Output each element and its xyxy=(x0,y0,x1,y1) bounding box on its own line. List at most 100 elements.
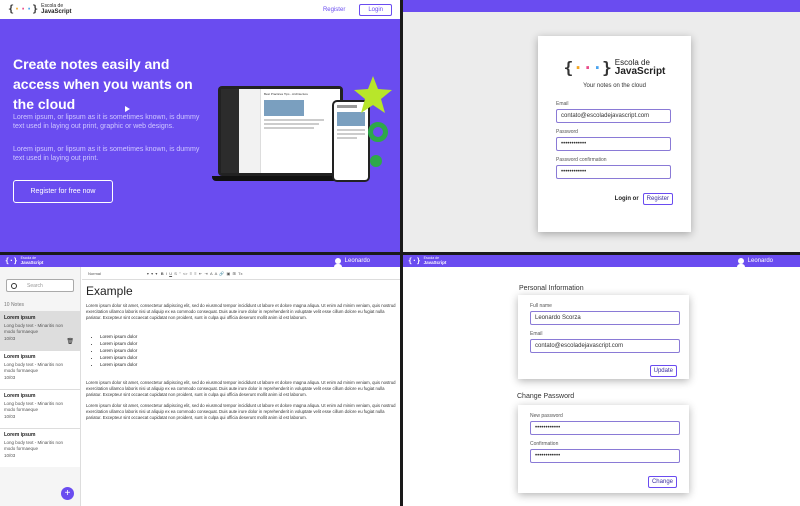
braces-icon: {···} xyxy=(563,58,612,77)
user-name: Leonardo xyxy=(344,258,370,264)
register-card: {···} Escola de JavaScript Your notes on … xyxy=(538,36,691,232)
logo-bottom: JavaScript xyxy=(20,259,44,265)
personal-info-card: Full name Leonardo Scorza Email contato@… xyxy=(518,295,689,379)
note-paragraph-2[interactable]: Lorem ipsum dolor sit amet, consectetur … xyxy=(86,380,396,398)
full-name-field[interactable]: Leonardo Scorza xyxy=(530,311,680,325)
hero-paragraph-1: Lorem ipsum, or lipsum as it is sometime… xyxy=(13,114,200,130)
logo-bottom: JavaScript xyxy=(614,65,666,77)
email-label: Email xyxy=(556,101,569,107)
list-item[interactable]: Lorem ipsum Long body text - Minaritis no… xyxy=(0,350,80,389)
dot-decoration-icon xyxy=(370,155,382,167)
user-icon xyxy=(736,258,745,267)
notes-sidebar: Search 10 Notes Lorem ipsum Long body tex… xyxy=(0,267,81,506)
password-confirmation-label: Password confirmation xyxy=(556,157,607,163)
note-paragraph-1[interactable]: Lorem ipsum dolor sit amet, consectetur … xyxy=(86,303,396,321)
user-name: Leonardo xyxy=(747,258,773,264)
note-item-title: Lorem ipsum xyxy=(4,354,36,360)
bullet-item: Lorem ipsum dolor xyxy=(100,340,396,347)
confirmation-field[interactable]: •••••••••••• xyxy=(530,449,680,463)
full-name-label: Full name xyxy=(530,303,552,309)
note-item-title: Lorem ipsum xyxy=(4,432,36,438)
email-field[interactable]: contato@escoladejavascript.com xyxy=(530,339,680,353)
note-item-date: 10/03 xyxy=(4,453,16,458)
note-item-body: Long body text - Minaritis non modo form… xyxy=(4,401,64,412)
toolbar-buttons[interactable]: ▾ ▾ ▾ B I U S " <> ≡ ≡ ⇤ ⇥ A A 🔗 ▣ ⊞ Tx xyxy=(147,271,243,276)
mock-title: Best Practices Tips - Architecture xyxy=(264,92,309,96)
editor: Normal ▾ ▾ ▾ B I U S " <> ≡ ≡ ⇤ ⇥ A A 🔗 ▣… xyxy=(82,267,400,506)
register-link[interactable]: Register xyxy=(323,7,345,13)
bullet-item: Lorem ipsum dolor xyxy=(100,354,396,361)
search-input[interactable]: Search xyxy=(6,279,74,292)
note-item-body: Long body text - Minaritis non modo form… xyxy=(4,323,64,334)
user-icon xyxy=(333,258,342,267)
note-item-body: Long body text - Minaritis non modo form… xyxy=(4,362,64,373)
logo[interactable]: {·} Escola de JavaScript xyxy=(408,256,447,265)
logo-bottom: JavaScript xyxy=(41,9,72,15)
change-button[interactable]: Change xyxy=(647,476,677,488)
profile-panel: {·} Escola de JavaScript Leonardo Persona… xyxy=(403,255,800,506)
laptop-mockup: Best Practices Tips - Architecture xyxy=(218,86,343,176)
user-menu[interactable]: Leonardo xyxy=(333,258,370,267)
note-item-date: 10/03 xyxy=(4,375,16,380)
ring-decoration-icon xyxy=(368,122,388,142)
add-note-button[interactable]: + xyxy=(61,487,74,500)
email-field[interactable]: contato@escoladejavascript.com xyxy=(556,109,671,123)
bullet-item: Lorem ipsum dolor xyxy=(100,333,396,340)
register-button[interactable]: Register xyxy=(642,193,673,205)
note-list: Lorem ipsum Long body text - Minaritis no… xyxy=(0,311,80,467)
register-panel: {···} Escola de JavaScript Your notes on … xyxy=(403,0,800,252)
search-icon xyxy=(11,282,17,289)
bullet-item: Lorem ipsum dolor xyxy=(100,361,396,368)
logo-bottom: JavaScript xyxy=(423,259,447,265)
new-password-label: New password xyxy=(530,413,563,419)
bullet-item: Lorem ipsum dolor xyxy=(100,347,396,354)
login-link[interactable]: Login or xyxy=(615,196,639,202)
notes-count: 10 Notes xyxy=(4,302,25,308)
editor-toolbar: Normal ▾ ▾ ▾ B I U S " <> ≡ ≡ ⇤ ⇥ A A 🔗 ▣… xyxy=(82,267,400,280)
confirmation-label: Confirmation xyxy=(530,441,559,447)
landing-header: {···} Escola de JavaScript Register Login xyxy=(0,0,400,19)
new-password-field[interactable]: •••••••••••• xyxy=(530,421,680,435)
note-item-date: 10/03 xyxy=(4,336,16,341)
notes-panel: {·} Escola de JavaScript Leonardo Search … xyxy=(0,255,400,506)
register-topbar xyxy=(403,0,800,12)
trash-icon[interactable]: 🗑 xyxy=(66,338,74,345)
note-item-body: Long body text - Minaritis non modo form… xyxy=(4,440,64,451)
notes-topbar: {·} Escola de JavaScript Leonardo xyxy=(0,255,400,267)
change-password-card: New password •••••••••••• Confirmation •… xyxy=(518,405,689,493)
password-field[interactable]: •••••••••••• xyxy=(556,137,671,151)
list-item[interactable]: Lorem ipsum Long body text - Minaritis no… xyxy=(0,311,80,350)
braces-icon: {···} xyxy=(8,4,39,15)
note-title[interactable]: Example xyxy=(86,284,396,298)
list-item[interactable]: Lorem ipsum Long body text - Minaritis no… xyxy=(0,389,80,428)
change-password-heading: Change Password xyxy=(517,393,575,400)
register-cta-button[interactable]: Register for free now xyxy=(13,180,113,203)
register-subtitle: Your notes on the cloud xyxy=(583,83,646,89)
hero-headline: Create notes easily and access when you … xyxy=(13,56,193,112)
password-confirmation-field[interactable]: •••••••••••• xyxy=(556,165,671,179)
note-item-title: Lorem ipsum xyxy=(4,315,36,321)
list-item[interactable]: Lorem ipsum Long body text - Minaritis no… xyxy=(0,428,80,467)
personal-info-heading: Personal Information xyxy=(519,285,584,292)
cursor-icon xyxy=(125,106,130,112)
logo[interactable]: {···} Escola de JavaScript xyxy=(8,4,72,16)
logo[interactable]: {·} Escola de JavaScript xyxy=(5,256,44,265)
login-button[interactable]: Login xyxy=(359,3,392,16)
user-menu[interactable]: Leonardo xyxy=(736,258,773,267)
email-label: Email xyxy=(530,331,543,337)
profile-topbar: {·} Escola de JavaScript Leonardo xyxy=(403,255,800,267)
star-decoration-icon xyxy=(354,76,392,113)
note-item-title: Lorem ipsum xyxy=(4,393,36,399)
search-placeholder: Search xyxy=(27,282,43,289)
note-item-date: 10/03 xyxy=(4,414,16,419)
braces-icon: {·} xyxy=(408,257,421,265)
format-select[interactable]: Normal xyxy=(88,271,101,276)
laptop-base xyxy=(212,176,349,181)
hero-paragraph-2: Lorem ipsum, or lipsum as it is sometime… xyxy=(13,146,200,162)
note-paragraph-3[interactable]: Lorem ipsum dolor sit amet, consectetur … xyxy=(86,403,396,421)
update-button[interactable]: Update xyxy=(649,365,677,377)
note-bullet-list[interactable]: Lorem ipsum dolorLorem ipsum dolorLorem … xyxy=(100,333,396,368)
braces-icon: {·} xyxy=(5,257,18,265)
password-label: Password xyxy=(556,129,578,135)
landing-panel: {···} Escola de JavaScript Register Login… xyxy=(0,0,400,252)
